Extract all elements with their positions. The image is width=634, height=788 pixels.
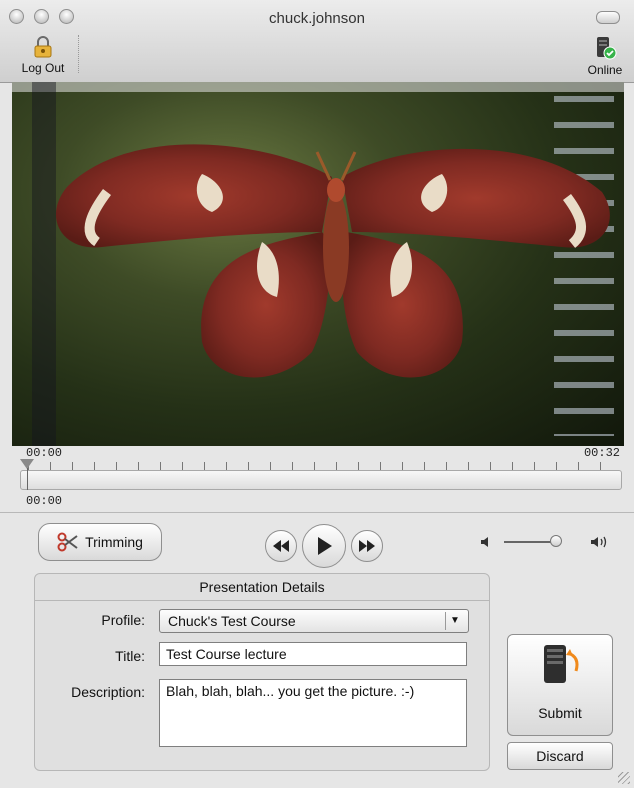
lock-icon — [34, 36, 52, 58]
speaker-low-icon — [481, 537, 488, 547]
title-input[interactable]: Test Course lecture — [159, 642, 467, 666]
trimming-label: Trimming — [85, 534, 143, 550]
play-button[interactable] — [302, 524, 346, 568]
server-upload-icon — [544, 645, 579, 683]
profile-label: Profile: — [101, 612, 145, 628]
playhead-line — [27, 468, 28, 490]
timeline-end-time: 00:32 — [583, 446, 620, 460]
fast-forward-button[interactable] — [351, 530, 383, 562]
current-time: 00:00 — [26, 494, 63, 508]
app-window: chuck.johnson Log Out Online 00:00 00:32… — [0, 0, 634, 788]
title-label: Title: — [115, 648, 145, 664]
description-textarea[interactable]: Blah, blah, blah... you get the picture.… — [159, 679, 467, 747]
toolbar-toggle-button[interactable] — [596, 11, 620, 24]
presentation-details-panel: Presentation Details Profile: Chuck's Te… — [34, 573, 490, 771]
toolbar-separator — [78, 35, 79, 73]
server-online-icon — [597, 37, 617, 60]
submit-label: Submit — [538, 705, 582, 721]
online-label: Online — [587, 63, 623, 77]
description-label: Description: — [71, 684, 145, 700]
rewind-button[interactable] — [265, 530, 297, 562]
scissors-icon — [57, 532, 78, 552]
titlebar: chuck.johnson Log Out Online — [0, 0, 634, 83]
rewind-icon — [273, 540, 289, 552]
submit-button[interactable]: Submit — [507, 634, 613, 736]
timeline-track[interactable] — [20, 470, 622, 490]
timeline-start-time: 00:00 — [26, 446, 63, 460]
online-status[interactable]: Online — [582, 36, 628, 77]
discard-button[interactable]: Discard — [507, 742, 613, 770]
speaker-high-icon — [591, 536, 607, 548]
profile-value: Chuck's Test Course — [168, 613, 296, 629]
trimming-button[interactable]: Trimming — [38, 523, 162, 561]
play-icon — [318, 537, 332, 555]
moth-image — [55, 144, 610, 378]
window-title: chuck.johnson — [269, 10, 365, 27]
logout-label: Log Out — [21, 61, 65, 75]
volume-slider-knob[interactable] — [550, 535, 562, 547]
controls-area: Trimming Presentation Details Profile: C… — [0, 512, 634, 788]
dropdown-arrow-icon: ▼ — [445, 612, 464, 630]
timeline[interactable]: 00:00 00:32 00:00 — [12, 446, 624, 512]
logout-button[interactable]: Log Out — [18, 36, 68, 75]
panel-title: Presentation Details — [35, 574, 489, 601]
resize-grip[interactable] — [618, 772, 630, 784]
video-preview[interactable] — [12, 82, 624, 446]
fast-forward-icon — [359, 540, 375, 552]
profile-select[interactable]: Chuck's Test Course ▼ — [159, 609, 469, 633]
